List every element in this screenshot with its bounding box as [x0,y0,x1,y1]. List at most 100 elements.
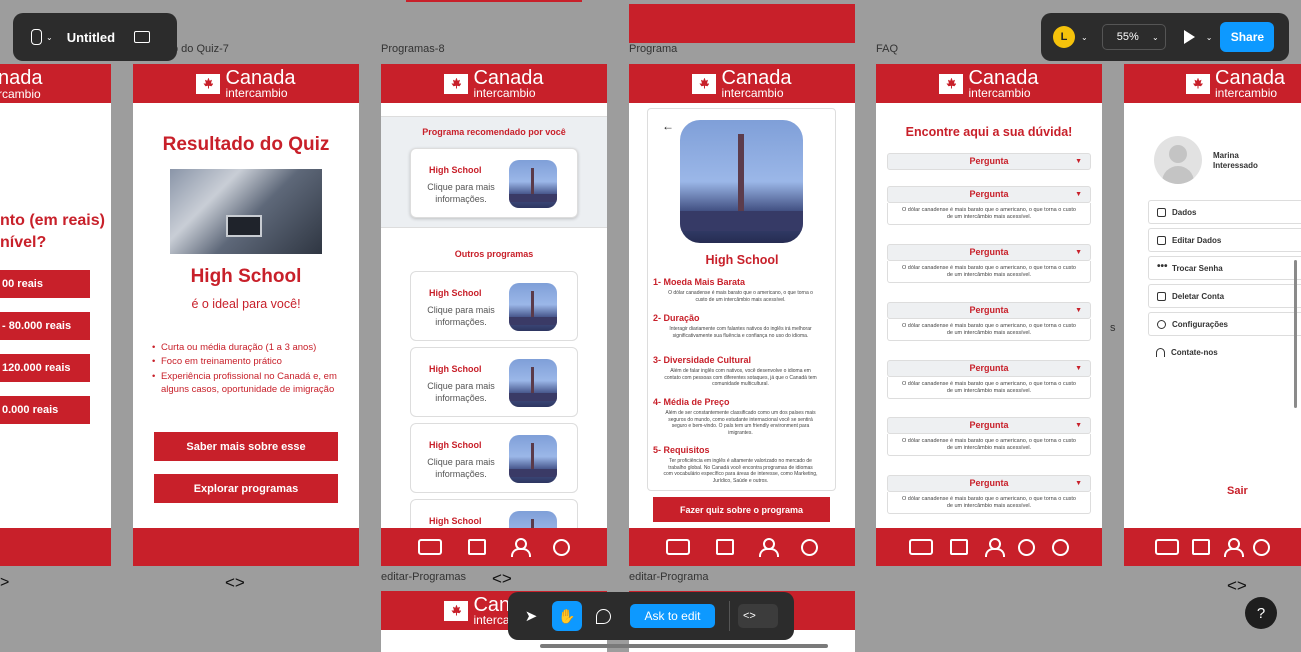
menu-dados[interactable]: Dados [1148,200,1301,224]
star-icon[interactable] [553,538,571,556]
faq-question[interactable]: Pergunta ▼ [887,244,1091,261]
suitcase-icon[interactable] [908,539,933,555]
share-button[interactable]: Share [1220,22,1275,52]
recommended-title: Programa recomendado por você [422,127,566,137]
canada-logo: Canadaintercambio [939,67,1039,99]
menu-editar-dados[interactable]: Editar Dados [1148,228,1301,252]
chat-icon[interactable] [467,539,486,555]
horizontal-scrollbar[interactable] [540,644,828,648]
section-item: 1- Moeda Mais Barata O dólar canadense é … [653,277,828,313]
logout-button[interactable]: Sair [1227,485,1248,497]
dev-mode-toggle[interactable]: <> [738,604,778,628]
chat-icon[interactable] [1192,539,1211,555]
program-quiz-button[interactable]: Fazer quiz sobre o programa [653,497,830,522]
file-name[interactable]: Untitled [67,30,115,45]
canada-logo: Canadaintercambio [196,68,296,99]
card-title: High School [429,364,482,374]
faq-question[interactable]: Pergunta ▼ [887,475,1091,492]
chevron-down-icon[interactable]: ⌄ [1206,33,1213,42]
menu-configuracoes[interactable]: Configurações [1148,312,1301,336]
profile-icon[interactable] [1223,538,1244,557]
quiz-option-2[interactable]: - 80.000 reais [0,312,90,340]
profile-icon[interactable] [984,538,1005,557]
help-button[interactable]: ? [1245,597,1277,629]
menu-trocar-senha[interactable]: ••• Trocar Senha [1148,256,1301,280]
app-header: Canadaintercambio [381,64,607,103]
menu-deletar-conta[interactable]: Deletar Conta [1148,284,1301,308]
pencil-icon [1157,235,1166,245]
back-arrow-icon[interactable]: ← [662,119,674,133]
dollar-icon[interactable] [1018,538,1036,556]
toronto-thumbnail [509,160,557,208]
benefits-list: • Curta ou média duração (1 a 3 anos) • Fo… [152,341,341,396]
benefit-item: • Foco em treinamento prático [152,356,282,368]
faq-answer: O dólar canadense é mais barato que o am… [887,261,1091,283]
program-card[interactable]: High School Clique para mais informações… [410,423,578,493]
suitcase-icon[interactable] [665,539,690,555]
dots-icon: ••• [1157,260,1168,272]
faq-question[interactable]: Pergunta ▼ [887,417,1091,434]
quiz-option-3[interactable]: 120.000 reais [0,354,90,382]
star-icon[interactable] [1052,538,1070,556]
frame-label-faq: FAQ [876,43,899,55]
frame-label-programa: Programa [629,43,678,55]
phone-icon [1156,347,1165,357]
chevron-down-icon[interactable]: ⌄ [1081,33,1088,42]
quiz-option-1[interactable]: 00 reais [0,270,90,298]
user-avatar[interactable]: L [1053,26,1075,48]
red-strip [629,4,855,43]
profile-icon[interactable] [759,538,780,557]
chat-icon[interactable] [715,539,734,555]
menu-contate-nos[interactable]: Contate-nos [1148,340,1301,364]
quiz-result-title: Resultado do Quiz [162,134,330,155]
bottom-nav [381,528,607,566]
explore-programs-button[interactable]: Explorar programas [154,474,338,503]
cursor-icon[interactable]: ➤ [518,603,544,629]
faq-question[interactable]: Pergunta ▼ [887,153,1091,170]
faq-title: Encontre aqui a sua dúvida! [905,125,1073,139]
logo-sub: rcambio [0,86,41,101]
play-icon[interactable] [1183,30,1195,44]
avatar [1154,136,1202,184]
quiz-option-4[interactable]: 0.000 reais [0,396,90,424]
quiz-question: nto (em reais) nível? [0,210,105,253]
star-icon[interactable] [801,538,819,556]
figma-menu-button[interactable]: ⌄ [31,29,53,45]
card-desc: Clique para mais informações. [427,182,495,205]
dollar-icon[interactable] [1253,538,1271,556]
program-card[interactable]: High School Clique para mais informações… [410,347,578,417]
section-text: Interagir diariamente com falantes nativ… [669,326,812,339]
program-card[interactable]: High School Clique para mais informações… [410,271,578,341]
profile-icon[interactable] [511,538,532,557]
logo-name: Canada [1215,67,1286,89]
comment-icon[interactable] [590,603,616,629]
frame-quiz-question: nada rcambio nto (em reais) nível? 00 re… [0,64,111,566]
caret-down-icon: ▼ [1075,365,1082,372]
frame-label-quiz: o do Quiz-7 [172,43,229,55]
faq-question[interactable]: Pergunta ▼ [887,302,1091,319]
suitcase-icon[interactable] [417,539,442,555]
zoom-value: 55% [1116,31,1139,43]
figma-logo-icon [31,29,42,45]
hand-tool-icon[interactable]: ✋ [552,601,582,631]
program-card[interactable]: High School Clique para mais informações… [410,148,578,218]
faq-question[interactable]: Pergunta ▼ [887,186,1091,203]
chevron-down-icon: ⌄ [46,32,53,42]
app-header: nada rcambio [0,64,111,103]
divider [729,601,730,631]
ask-to-edit-button[interactable]: Ask to edit [630,604,715,628]
learn-more-button[interactable]: Saber mais sobre esse [154,432,338,461]
zoom-control[interactable]: 55% ⌄ [1101,24,1166,50]
frame-scrollbar[interactable] [1294,260,1297,408]
suitcase-icon[interactable] [1154,539,1179,555]
logo-name: Canada [968,67,1039,89]
chat-icon[interactable] [949,539,968,555]
caret-down-icon: ▼ [1075,307,1082,314]
sidebar-toggle-icon[interactable] [134,31,151,43]
code-marker: <> [225,573,245,592]
bottom-nav [133,528,359,566]
code-marker: <> [492,569,512,588]
program-name: High School [190,266,302,287]
faq-question[interactable]: Pergunta ▼ [887,360,1091,377]
card-title: High School [429,440,482,450]
